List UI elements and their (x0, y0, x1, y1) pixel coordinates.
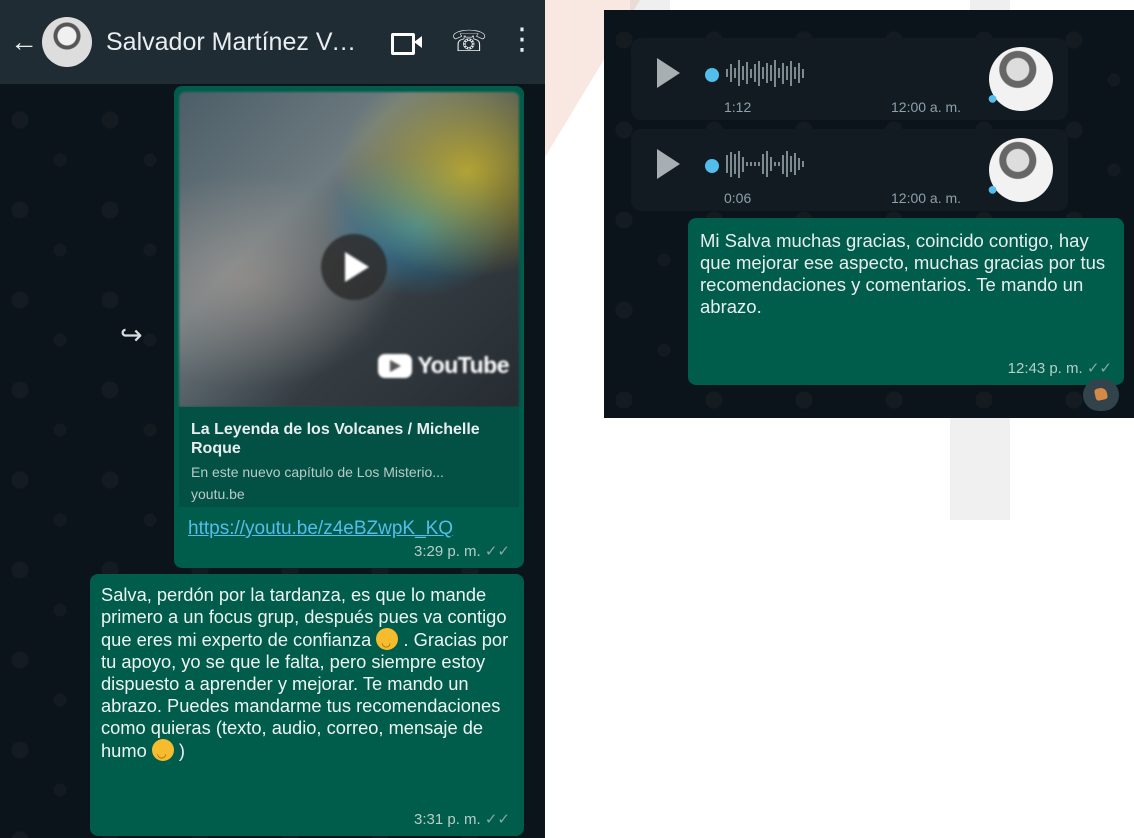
voice-progress-handle[interactable] (705, 68, 719, 82)
voice-waveform[interactable] (726, 56, 916, 90)
chat-header: ← Salvador Martínez Ve... ☏ ⋮ (0, 0, 545, 84)
voice-play-icon[interactable] (657, 149, 680, 179)
forward-arrow-icon[interactable]: ↪ (120, 320, 143, 351)
voice-play-icon[interactable] (657, 58, 680, 88)
thumbs-up-reaction-icon[interactable] (1083, 379, 1119, 411)
voice-duration: 1:12 (724, 99, 752, 115)
message-text: Salva, perdón por la tardanza, es que lo… (101, 584, 511, 765)
microphone-icon: ● (987, 88, 998, 108)
message-text-part-3: ) (178, 740, 186, 761)
vertical-menu-icon[interactable]: ⋮ (507, 25, 537, 57)
grinning-sweat-emoji-icon (151, 739, 174, 765)
youtube-logo: YouTube (377, 352, 510, 379)
reply-text-message[interactable]: Mi Salva muchas gracias, coincido contig… (688, 218, 1124, 385)
smiling-face-emoji-icon (376, 628, 399, 654)
chat-panel-left: ← Salvador Martínez Ve... ☏ ⋮ ↪ YouTube … (0, 0, 545, 838)
voice-waveform[interactable] (726, 147, 916, 181)
outgoing-text-message[interactable]: Salva, perdón por la tardanza, es que lo… (90, 574, 524, 836)
link-preview-card[interactable]: La Leyenda de los Volcanes / Michelle Ro… (179, 407, 519, 507)
link-preview-description: En este nuevo capítulo de Los Misterio..… (191, 464, 444, 480)
message-time: 12:43 p. m. (1007, 360, 1083, 377)
video-thumbnail[interactable]: YouTube (179, 92, 519, 407)
reply-message-text: Mi Salva muchas gracias, coincido contig… (700, 230, 1106, 317)
message-timestamp: 3:31 p. m. ✓✓ (414, 810, 510, 828)
message-time: 3:29 p. m. (413, 543, 481, 560)
link-preview-title: La Leyenda de los Volcanes / Michelle Ro… (191, 421, 480, 457)
read-ticks-icon: ✓✓ (484, 811, 510, 828)
voice-message[interactable]: 0:06 12:00 a. m. ● (631, 129, 1068, 211)
voice-sender-avatar (989, 47, 1053, 111)
message-timestamp: 3:29 p. m. ✓✓ (414, 542, 510, 560)
video-play-button[interactable] (321, 234, 387, 300)
voice-timestamp: 12:00 a. m. (891, 190, 962, 206)
chat-panel-right: 1:12 12:00 a. m. ● 0:06 12:00 a. m. ● Mi… (604, 10, 1134, 418)
contact-avatar[interactable] (42, 17, 92, 67)
youtube-play-icon (377, 353, 412, 378)
read-ticks-icon: ✓✓ (484, 543, 510, 560)
link-preview-domain: youtu.be (191, 486, 245, 502)
voice-message[interactable]: 1:12 12:00 a. m. ● (631, 38, 1068, 120)
voice-timestamp: 12:00 a. m. (891, 99, 962, 115)
microphone-icon: ● (987, 179, 998, 199)
youtube-label: YouTube (417, 352, 510, 378)
voice-duration: 0:06 (724, 190, 752, 206)
voice-sender-avatar (989, 138, 1053, 202)
youtube-link-message[interactable]: YouTube La Leyenda de los Volcanes / Mic… (174, 86, 524, 568)
message-time: 3:31 p. m. (413, 811, 481, 828)
video-call-icon[interactable] (391, 27, 422, 57)
read-ticks-icon: ✓✓ (1086, 360, 1112, 377)
message-timestamp: 12:43 p. m. ✓✓ (1008, 359, 1112, 377)
back-arrow-icon[interactable]: ← (10, 28, 38, 56)
voice-call-icon[interactable]: ☏ (451, 27, 487, 57)
contact-name[interactable]: Salvador Martínez Ve... (106, 28, 361, 57)
voice-progress-handle[interactable] (705, 159, 719, 173)
youtube-url-link[interactable]: https://youtu.be/z4eBZwpK_KQ (188, 518, 453, 540)
